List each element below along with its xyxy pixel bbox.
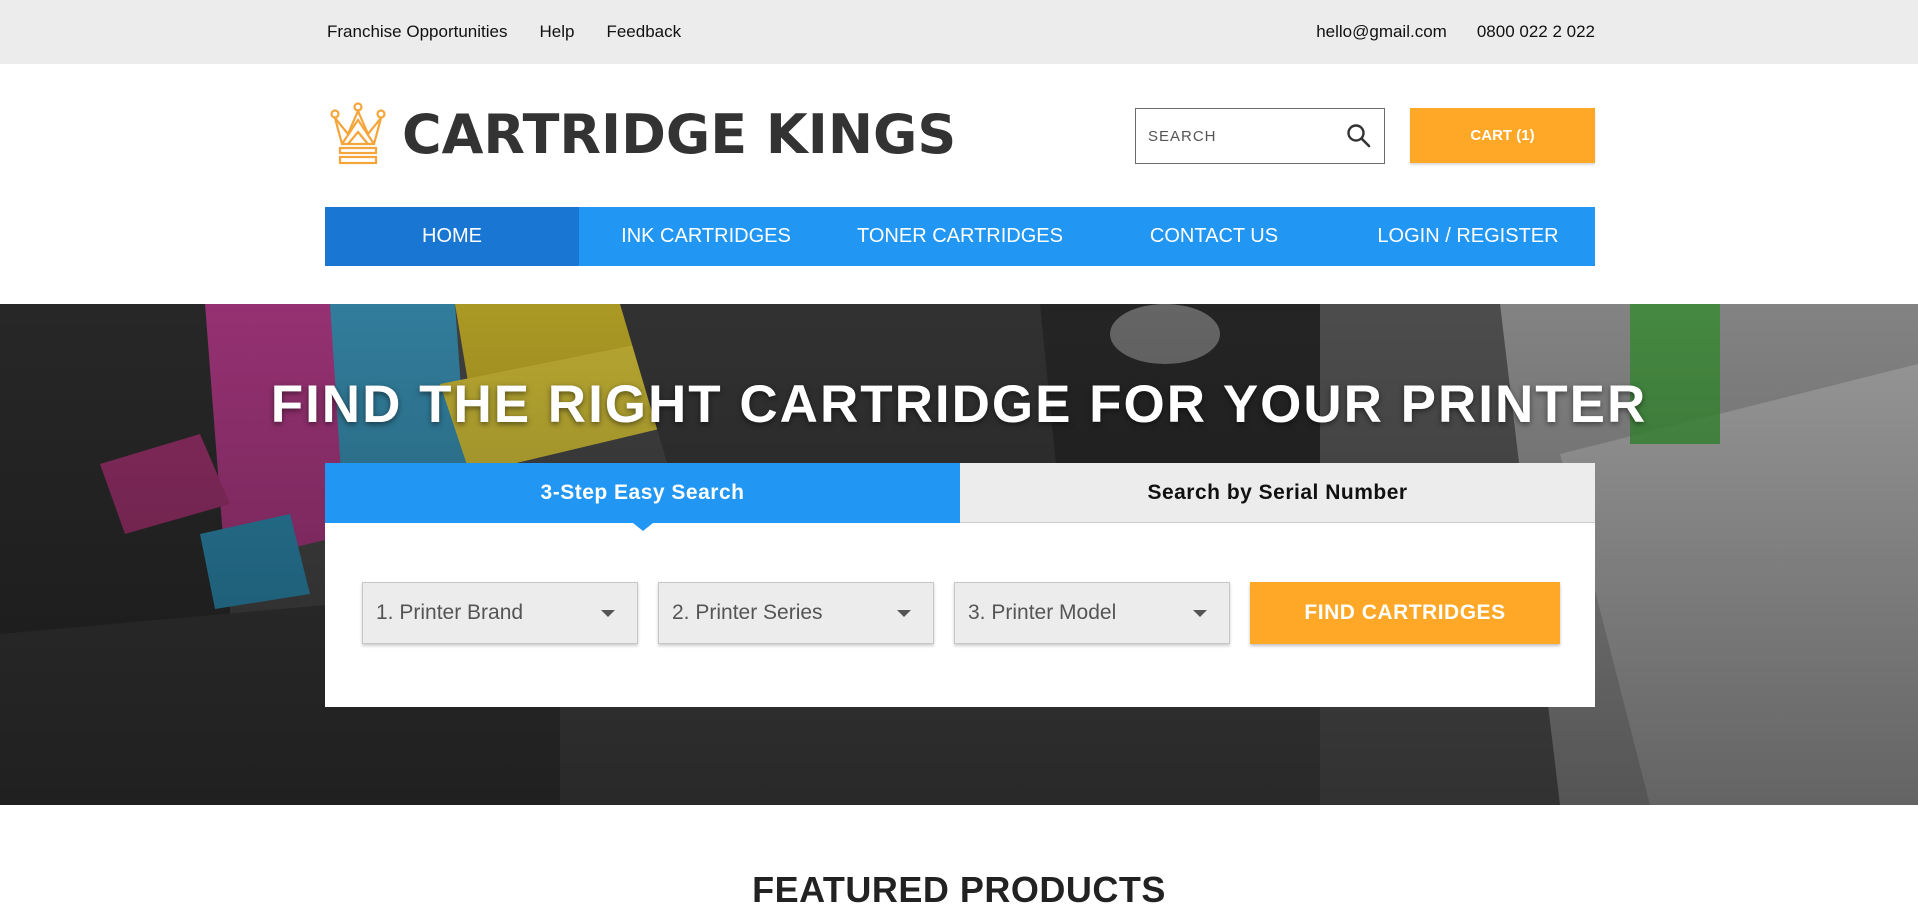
search-controls: 1. Printer Brand 2. Printer Series 3. Pr… [362,582,1560,644]
top-utility-bar: Franchise Opportunities Help Feedback he… [0,0,1918,64]
hero-banner: FIND THE RIGHT CARTRIDGE FOR YOUR PRINTE… [0,304,1918,805]
logo-text: CARTRIDGE KINGS [402,103,957,166]
chevron-down-icon [897,609,911,617]
contact-info: hello@gmail.com 0800 022 2 022 [1286,22,1595,42]
printer-model-label: 3. Printer Model [968,601,1117,624]
nav-item-contact-us[interactable]: CONTACT US [1087,207,1341,266]
search-icon[interactable] [1346,123,1372,149]
tab-serial-number-label: Search by Serial Number [1147,480,1408,504]
search-panel: 3-Step Easy Search Search by Serial Numb… [325,463,1595,707]
search-tabs: 3-Step Easy Search Search by Serial Numb… [325,463,1595,531]
nav-item-home[interactable]: HOME [325,207,579,266]
main-navigation: HOME INK CARTRIDGES TONER CARTRIDGES CON… [325,207,1595,266]
cart-button[interactable]: CART (1) [1410,108,1595,163]
printer-model-select[interactable]: 3. Printer Model [954,582,1230,644]
printer-series-label: 2. Printer Series [672,601,823,624]
printer-brand-select[interactable]: 1. Printer Brand [362,582,638,644]
tab-3-step-search[interactable]: 3-Step Easy Search [325,463,960,531]
email-link[interactable]: hello@gmail.com [1316,22,1447,42]
tab-3-step-search-label: 3-Step Easy Search [540,481,745,504]
tab-serial-number-search[interactable]: Search by Serial Number [960,463,1595,523]
help-link[interactable]: Help [539,22,574,42]
utility-links: Franchise Opportunities Help Feedback [325,22,713,42]
feedback-link[interactable]: Feedback [606,22,681,42]
hero-title: FIND THE RIGHT CARTRIDGE FOR YOUR PRINTE… [270,375,1648,434]
nav-item-toner-cartridges[interactable]: TONER CARTRIDGES [833,207,1087,266]
chevron-down-icon [1193,609,1207,617]
chevron-down-icon [601,609,615,617]
franchise-link[interactable]: Franchise Opportunities [327,22,507,42]
featured-products-heading: FEATURED PRODUCTS [752,869,1166,910]
nav-item-ink-cartridges[interactable]: INK CARTRIDGES [579,207,833,266]
find-cartridges-button[interactable]: FIND CARTRIDGES [1250,582,1560,644]
phone-link[interactable]: 0800 022 2 022 [1477,22,1595,42]
active-tab-pointer [632,523,653,531]
printer-brand-label: 1. Printer Brand [376,601,524,624]
site-logo[interactable]: CARTRIDGE KINGS [328,100,956,170]
nav-item-login-register[interactable]: LOGIN / REGISTER [1341,207,1595,266]
search-box [1135,108,1385,164]
printer-series-select[interactable]: 2. Printer Series [658,582,934,644]
crown-icon [330,102,386,165]
search-input[interactable] [1148,127,1343,145]
